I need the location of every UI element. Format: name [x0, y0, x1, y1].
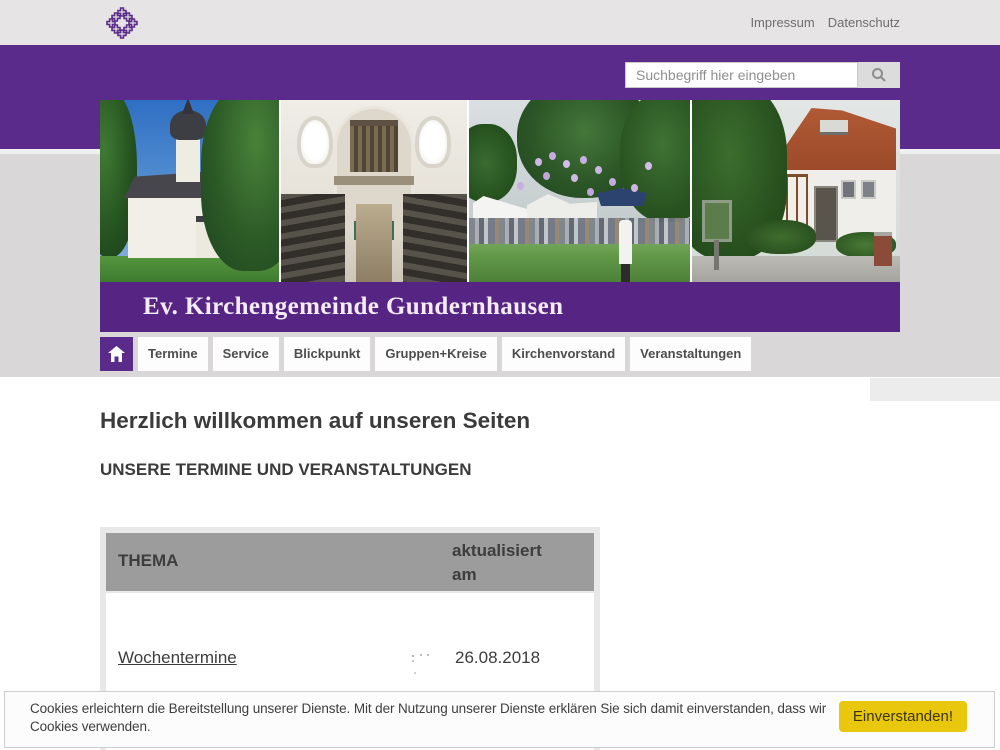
- cookie-message: Cookies erleichtern die Bereitstellung u…: [30, 700, 838, 735]
- wochentermine-link[interactable]: Wochentermine: [118, 648, 237, 668]
- banner-photo-parish-house: [692, 100, 900, 282]
- nav-tab-kirchenvorstand[interactable]: Kirchenvorstand: [502, 337, 625, 371]
- nav-tab-gruppen-kreise[interactable]: Gruppen+Kreise: [375, 337, 497, 371]
- row-dots-decoration: [412, 655, 414, 657]
- main-navigation: Termine Service Blickpunkt Gruppen+Kreis…: [100, 337, 751, 371]
- table-header-thema: THEMA: [106, 533, 452, 591]
- home-icon: [108, 346, 125, 362]
- search-button[interactable]: [858, 62, 900, 88]
- table-header-row: THEMA aktualisiert am: [106, 533, 594, 591]
- cookie-accept-button[interactable]: Einverstanden!: [839, 701, 967, 732]
- nav-home-tab[interactable]: [100, 337, 133, 371]
- banner-photo-church-interior: [281, 100, 467, 282]
- table-header-aktualisiert: aktualisiert am: [452, 533, 562, 591]
- page: Impressum Datenschutz: [0, 0, 1000, 750]
- nav-tab-service[interactable]: Service: [213, 337, 279, 371]
- impressum-link[interactable]: Impressum: [750, 15, 814, 30]
- nav-tab-termine[interactable]: Termine: [138, 337, 208, 371]
- top-links: Impressum Datenschutz: [750, 0, 900, 45]
- site-title-bar: Ev. Kirchengemeinde Gundernhausen: [100, 282, 900, 332]
- site-title: Ev. Kirchengemeinde Gundernhausen: [100, 293, 563, 321]
- nav-tab-veranstaltungen[interactable]: Veranstaltungen: [630, 337, 751, 371]
- nav-tab-blickpunkt[interactable]: Blickpunkt: [284, 337, 370, 371]
- banner-photo-church-exterior: [100, 100, 279, 282]
- search-input[interactable]: [625, 62, 858, 88]
- ekhn-cross-logo-icon: [106, 7, 138, 39]
- termine-subheading: UNSERE TERMINE UND VERANSTALTUNGEN: [100, 460, 472, 480]
- right-edge-strip: [870, 378, 1000, 401]
- row-updated-date: 26.08.2018: [455, 648, 540, 668]
- banner-photo-festival-balloons: [469, 100, 690, 282]
- photo-banner: [100, 100, 900, 282]
- cookie-banner: Cookies erleichtern die Bereitstellung u…: [4, 691, 995, 748]
- datenschutz-link[interactable]: Datenschutz: [828, 15, 900, 30]
- welcome-heading: Herzlich willkommen auf unseren Seiten: [100, 408, 530, 434]
- magnifier-icon: [871, 67, 887, 83]
